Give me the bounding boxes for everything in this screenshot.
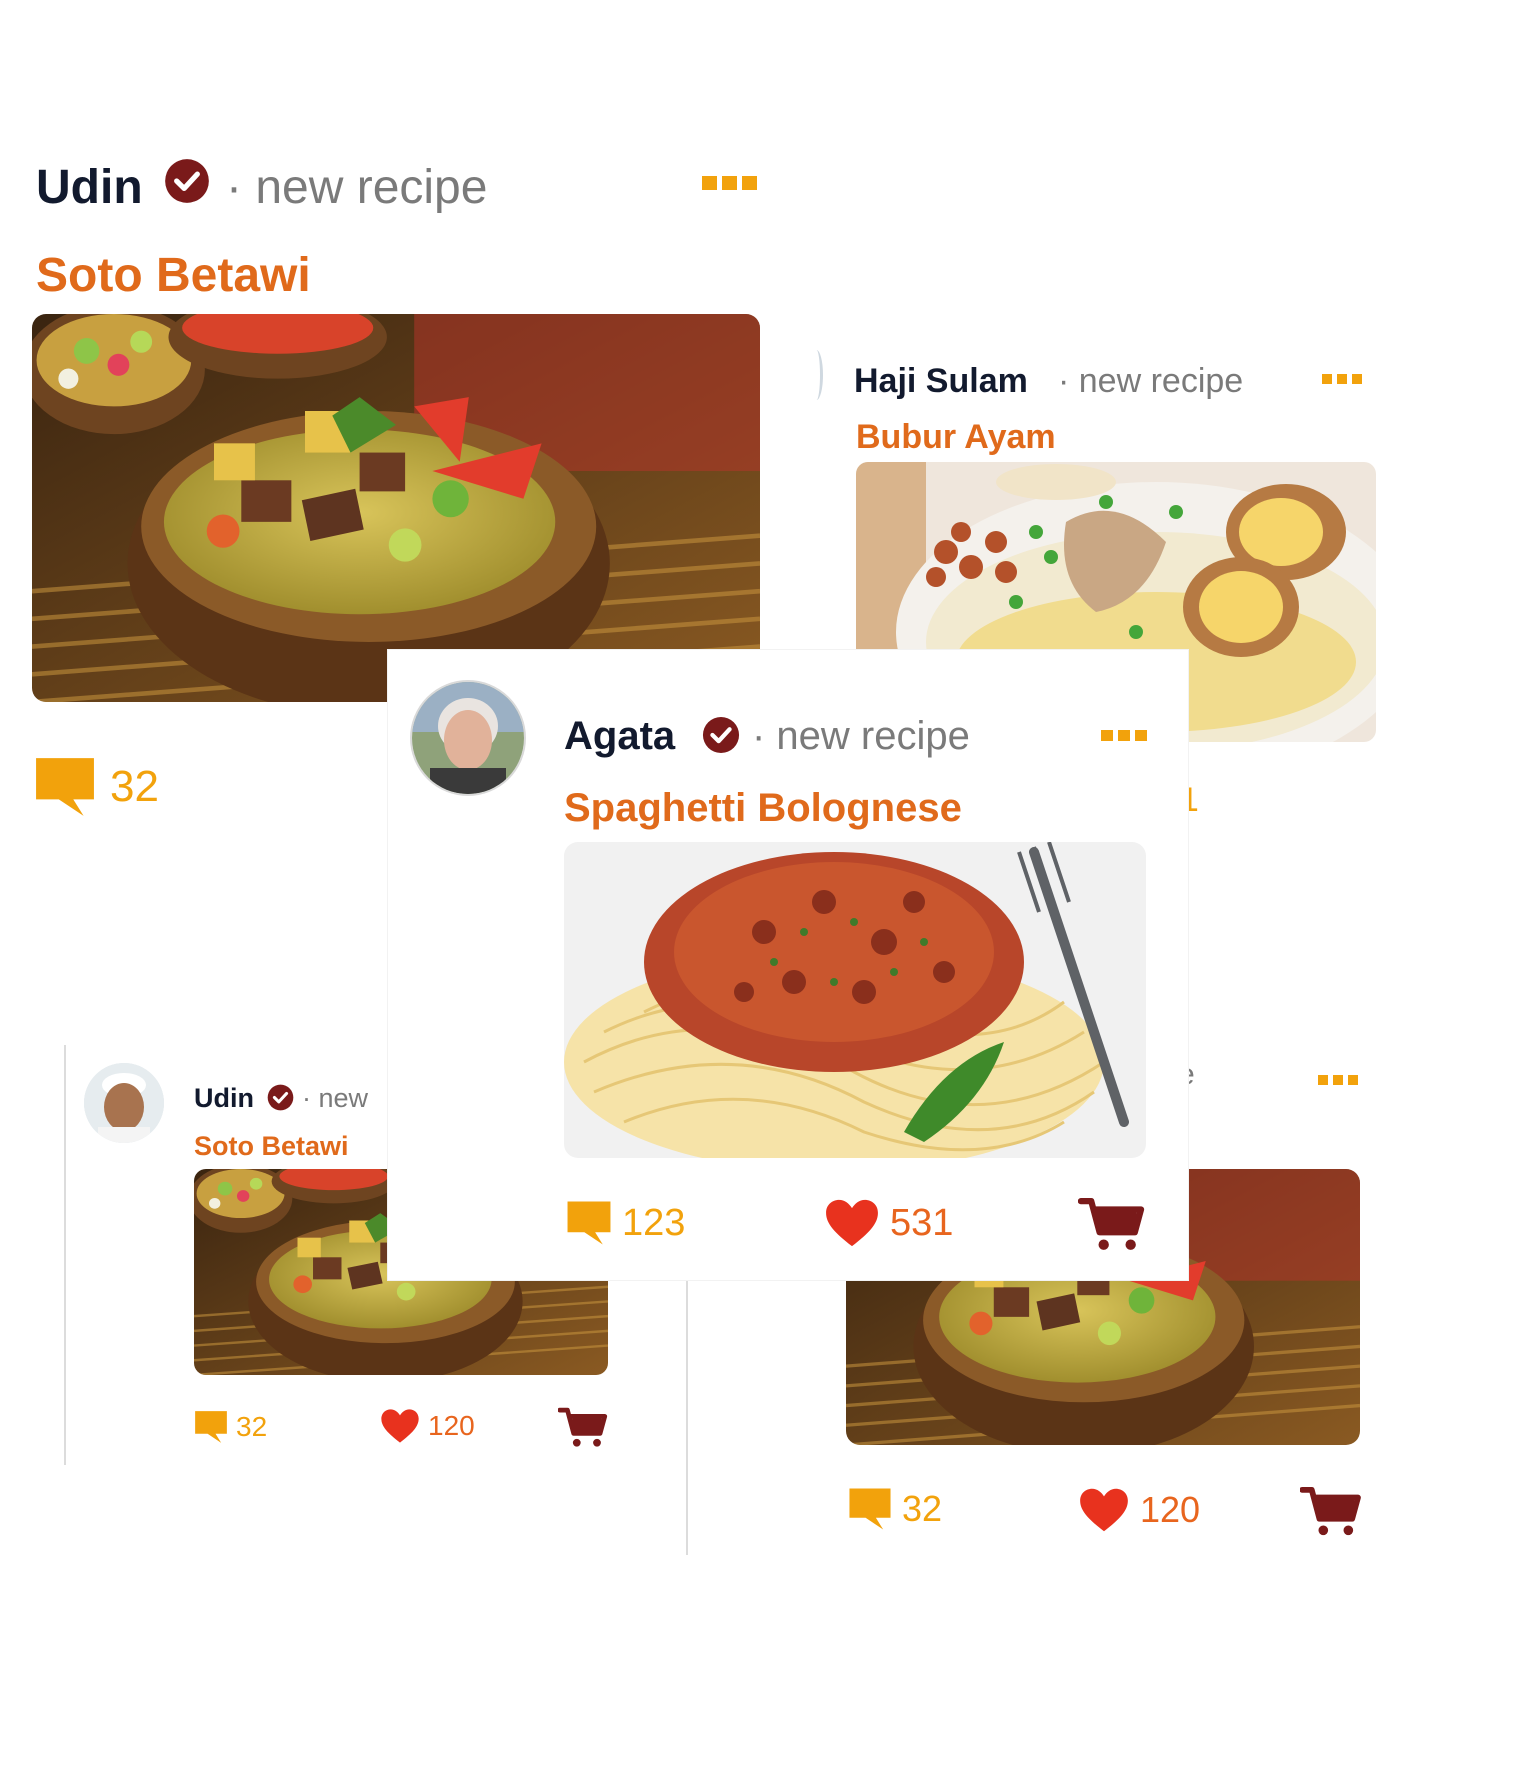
post-subtitle: · new recipe xyxy=(226,161,488,214)
recipe-title[interactable]: Soto Betawi xyxy=(194,1131,349,1162)
comment-count: 32 xyxy=(902,1488,943,1529)
comment-stat[interactable]: 32 xyxy=(848,1487,942,1531)
cart-icon[interactable] xyxy=(1078,1197,1146,1253)
like-stat[interactable]: 531 xyxy=(824,1198,953,1248)
avatar[interactable] xyxy=(810,350,823,400)
post-subtitle: · new recipe xyxy=(1058,362,1244,400)
verified-badge-icon xyxy=(164,158,210,204)
comment-icon xyxy=(194,1410,228,1444)
comment-stat[interactable]: 123 xyxy=(566,1200,685,1246)
more-dots-icon[interactable] xyxy=(1318,1075,1358,1085)
like-stat[interactable]: 120 xyxy=(380,1408,475,1444)
comment-icon xyxy=(566,1200,612,1246)
like-count: 120 xyxy=(1140,1489,1201,1530)
post-card-spaghetti: Agata · new recipe Spaghetti Bolognese 1… xyxy=(388,650,1188,1280)
cart-icon[interactable] xyxy=(558,1407,608,1449)
recipe-title[interactable]: Spaghetti Bolognese xyxy=(564,786,962,831)
more-dots-icon[interactable] xyxy=(1101,730,1147,741)
like-count: 120 xyxy=(428,1410,475,1441)
recipe-photo-soto[interactable] xyxy=(32,314,760,702)
comment-count: 123 xyxy=(622,1201,686,1244)
comment-stat[interactable]: 32 xyxy=(34,756,159,818)
post-subtitle: · new recipe xyxy=(752,714,970,758)
like-stat[interactable]: 120 xyxy=(1078,1487,1200,1533)
recipe-title[interactable]: Soto Betawi xyxy=(36,248,311,303)
recipe-title[interactable]: Bubur Ayam xyxy=(856,418,1056,457)
heart-icon xyxy=(1078,1487,1130,1533)
verified-badge-icon xyxy=(702,716,740,754)
heart-icon xyxy=(824,1198,880,1248)
heart-icon xyxy=(380,1408,420,1444)
cart-icon[interactable] xyxy=(1300,1486,1362,1538)
post-subtitle: · new xyxy=(302,1083,369,1113)
like-count: 531 xyxy=(890,1201,954,1244)
more-dots-icon[interactable] xyxy=(1322,374,1362,384)
post-author-name[interactable]: Agata xyxy=(564,714,675,759)
comment-icon xyxy=(34,756,96,818)
comment-icon xyxy=(848,1487,892,1531)
avatar[interactable] xyxy=(84,1063,164,1143)
avatar[interactable] xyxy=(410,680,526,796)
post-author-name[interactable]: Udin xyxy=(194,1083,254,1114)
post-author-name[interactable]: Udin xyxy=(36,160,143,215)
verified-badge-icon xyxy=(267,1084,294,1111)
post-author-name[interactable]: Haji Sulam xyxy=(854,362,1028,401)
comment-count: 32 xyxy=(236,1411,268,1442)
comment-count: 32 xyxy=(110,762,159,811)
more-dots-icon[interactable] xyxy=(702,176,757,190)
recipe-photo-spaghetti[interactable] xyxy=(564,842,1146,1158)
comment-stat[interactable]: 32 xyxy=(194,1410,267,1444)
